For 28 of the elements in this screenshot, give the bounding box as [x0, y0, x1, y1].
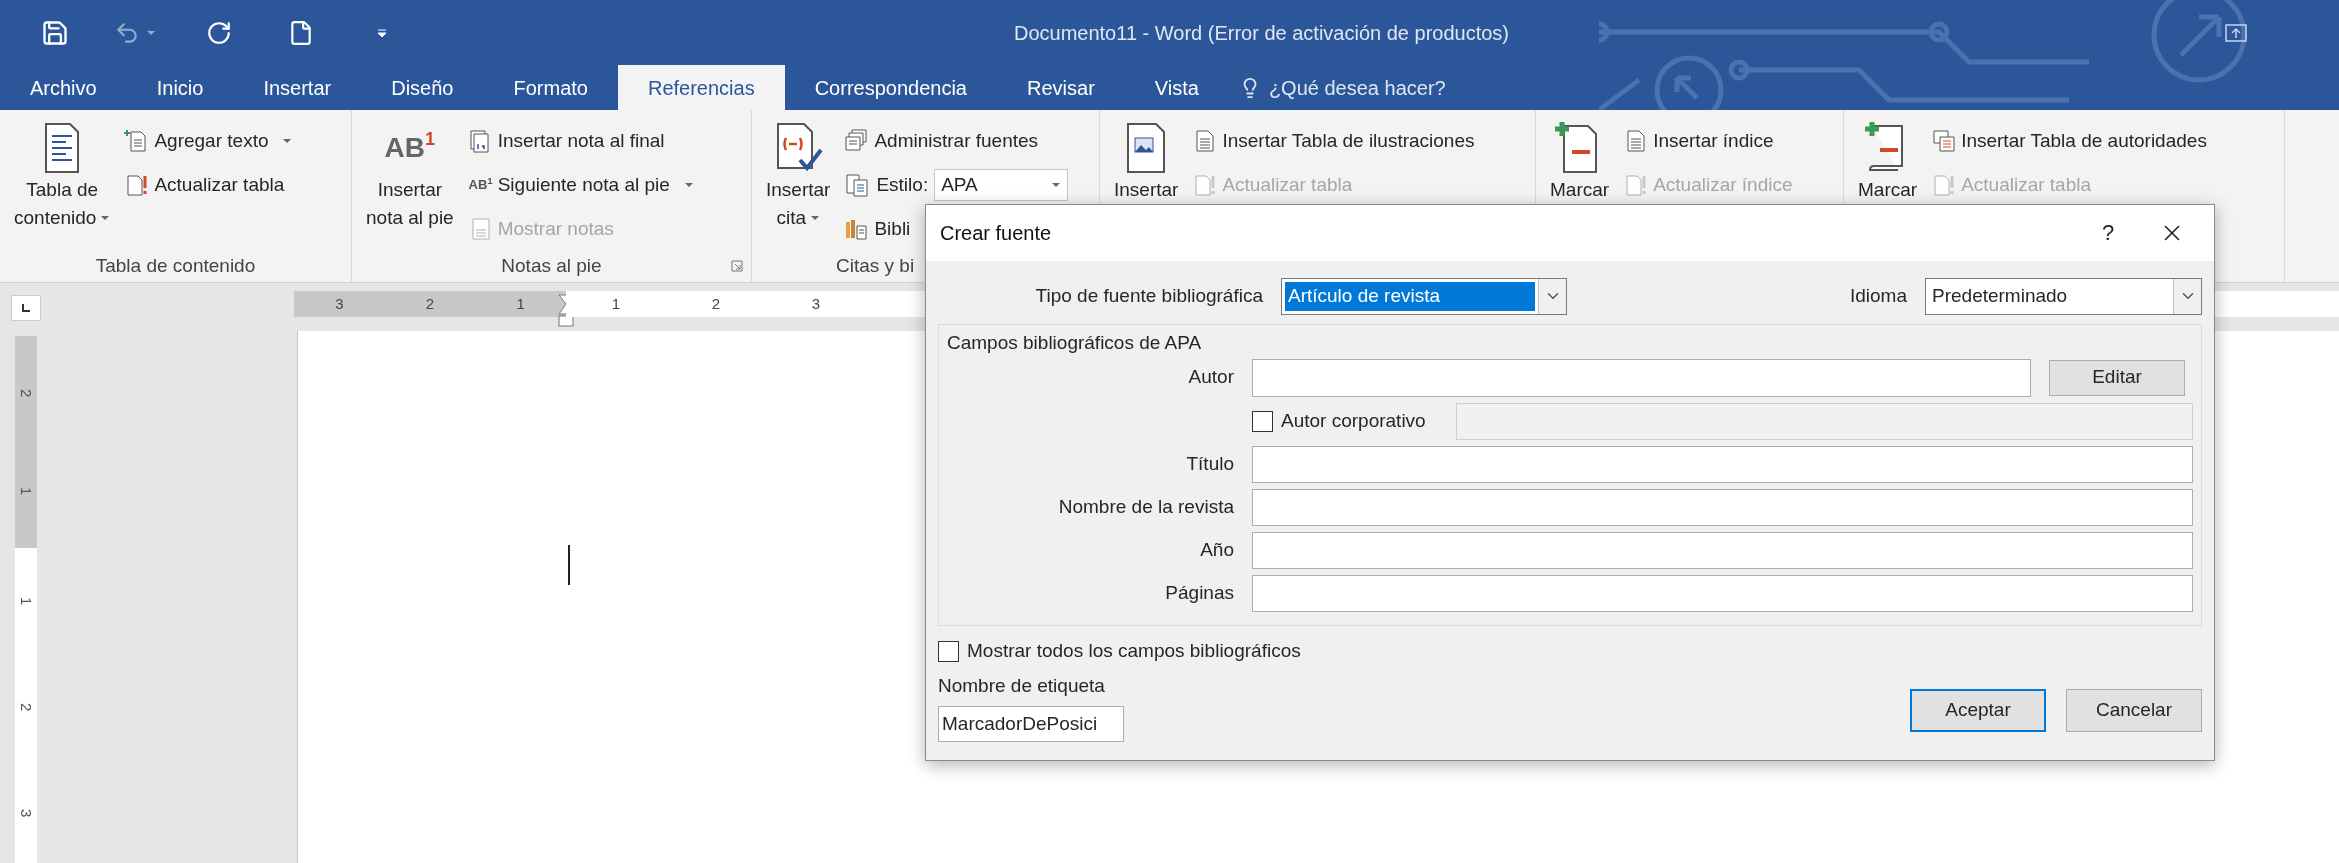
- field-label: Autor: [1187, 365, 1234, 390]
- field-label: Nombre de la revista: [1057, 494, 1234, 519]
- ruler-number: 3: [17, 808, 37, 818]
- ruler-number: 2: [711, 293, 721, 314]
- field-label: Año: [1199, 537, 1234, 562]
- dialog-title: Crear fuente: [940, 220, 1052, 246]
- source-type-label: Tipo de fuente bibliográfica: [1034, 283, 1263, 308]
- ruler-number: 1: [17, 596, 37, 606]
- ruler-number: 1: [611, 293, 621, 314]
- ruler-number: 3: [811, 293, 821, 314]
- group-title: Campos bibliográficos de APA: [947, 330, 1203, 355]
- ruler-number: 2: [17, 702, 37, 712]
- checkbox-label: Mostrar todos los campos bibliográficos: [967, 639, 1301, 664]
- group-label: Citas y bi: [836, 253, 915, 278]
- language-label: Idioma: [1849, 283, 1907, 308]
- field-label: Título: [1185, 451, 1234, 476]
- window-title: Documento11 - Word (Error de activación de productos): [1013, 20, 1509, 46]
- ruler-number: 1: [516, 293, 525, 314]
- ruler-number: 2: [425, 293, 435, 314]
- group-label: Notas al pie: [501, 253, 602, 278]
- style-label: Estilo:: [876, 172, 929, 197]
- checkbox-label: Autor corporativo: [1281, 408, 1426, 433]
- ruler-number: 1: [17, 486, 37, 496]
- tag-label: Nombre de etiqueta: [938, 673, 1106, 698]
- group-label: Tabla de contenido: [95, 253, 256, 278]
- ruler-number: 3: [335, 293, 344, 314]
- field-label: Páginas: [1164, 580, 1234, 605]
- ruler-number: 2: [17, 388, 37, 398]
